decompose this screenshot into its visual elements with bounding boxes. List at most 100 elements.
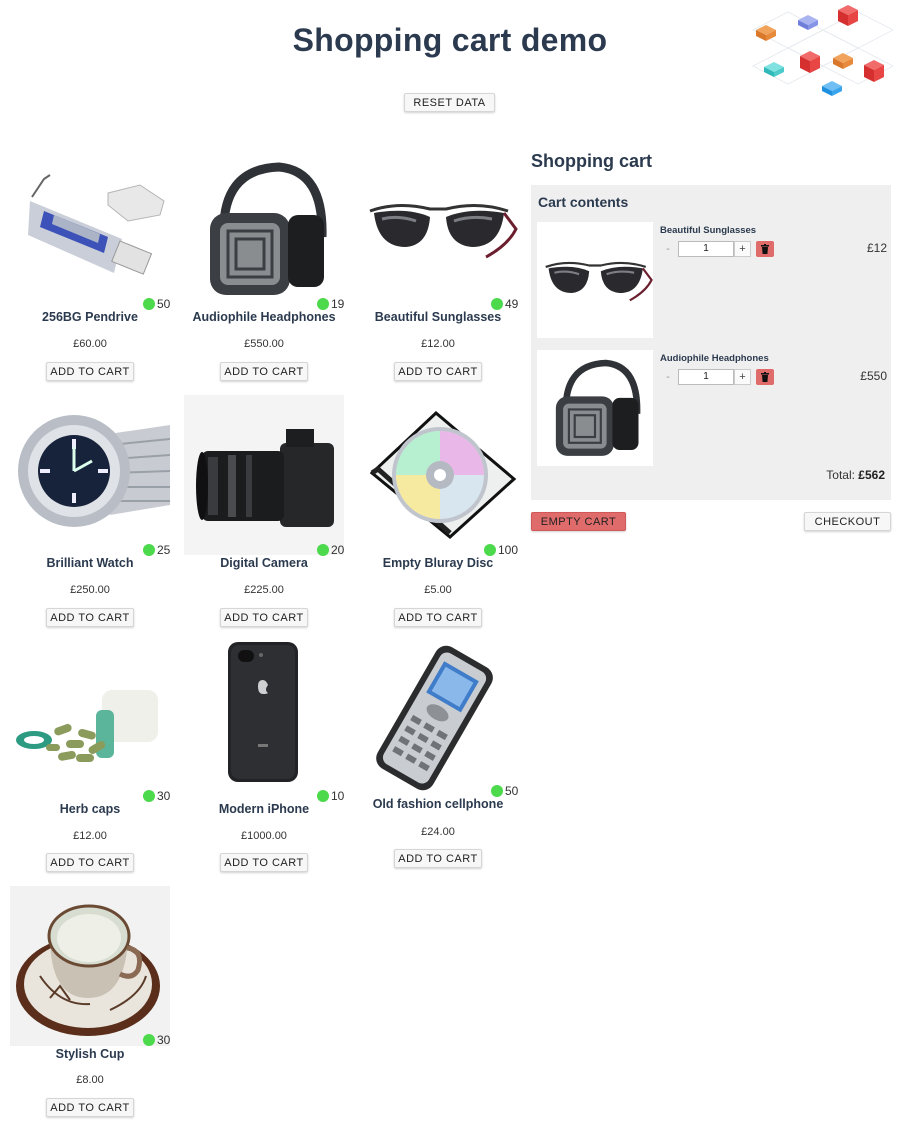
stock-count: 100 — [498, 543, 519, 557]
product-price: £225.00 — [244, 584, 284, 596]
add-to-cart-button[interactable]: ADD TO CART — [394, 608, 482, 627]
in-stock-dot-icon — [317, 544, 329, 556]
in-stock-dot-icon — [491, 298, 503, 310]
usb-drive-icon — [10, 149, 170, 309]
quantity-input[interactable]: 1 — [678, 241, 734, 257]
add-to-cart-button[interactable]: ADD TO CART — [46, 1098, 134, 1117]
product-price: £12.00 — [73, 830, 107, 842]
in-stock-dot-icon — [317, 790, 329, 802]
cart-item-thumbnail — [537, 222, 653, 338]
product-image — [358, 149, 518, 309]
stock-count: 50 — [157, 297, 171, 311]
stock-indicator: 20 — [317, 543, 344, 557]
remove-item-button[interactable] — [756, 241, 774, 257]
stock-count: 20 — [331, 543, 345, 557]
product-price: £550.00 — [244, 338, 284, 350]
stock-indicator: 100 — [484, 543, 518, 557]
product-image — [10, 640, 170, 800]
remove-item-button[interactable] — [756, 369, 774, 385]
in-stock-dot-icon — [317, 298, 329, 310]
watch-icon — [10, 395, 170, 555]
smartphone-icon — [184, 640, 344, 800]
product-price: £250.00 — [70, 584, 110, 596]
cart-item-subtotal: £12 — [866, 241, 887, 255]
cart-item-subtotal: £550 — [860, 369, 887, 383]
sunglasses-icon — [545, 261, 653, 302]
headphones-icon — [184, 149, 344, 309]
stock-count: 49 — [505, 297, 519, 311]
stock-count: 50 — [505, 784, 519, 798]
camera-icon — [184, 395, 344, 555]
product-name: Stylish Cup — [55, 1047, 125, 1061]
product-name: Modern iPhone — [218, 802, 310, 816]
cellphone-icon — [358, 640, 518, 800]
pills-icon — [10, 640, 170, 800]
stock-count: 30 — [157, 789, 171, 803]
quantity-input[interactable]: 1 — [678, 369, 734, 385]
stock-count: 30 — [157, 1033, 171, 1047]
cart-item-name: Audiophile Headphones — [660, 353, 769, 364]
product-price: £8.00 — [76, 1074, 104, 1086]
stock-indicator: 49 — [491, 297, 518, 311]
stock-indicator: 10 — [317, 789, 344, 803]
trash-icon — [761, 372, 769, 382]
stock-count: 10 — [331, 789, 345, 803]
add-to-cart-button[interactable]: ADD TO CART — [394, 362, 482, 381]
cart-total: Total: £562 — [826, 468, 885, 482]
product-price: £5.00 — [424, 584, 452, 596]
disc-icon — [358, 395, 518, 555]
in-stock-dot-icon — [484, 544, 496, 556]
in-stock-dot-icon — [143, 790, 155, 802]
headphones-icon — [555, 359, 641, 456]
product-name: Audiophile Headphones — [192, 310, 336, 324]
product-image — [358, 395, 518, 555]
add-to-cart-button[interactable]: ADD TO CART — [394, 849, 482, 868]
product-name: Empty Bluray Disc — [382, 556, 494, 570]
stock-indicator: 50 — [143, 297, 170, 311]
stock-count: 19 — [331, 297, 345, 311]
trash-icon — [761, 244, 769, 254]
add-to-cart-button[interactable]: ADD TO CART — [220, 362, 308, 381]
product-image — [184, 640, 344, 800]
cart-item: Beautiful Sunglasses - 1 + £12 — [537, 222, 887, 340]
stock-count: 25 — [157, 543, 171, 557]
product-price: £24.00 — [421, 826, 455, 838]
add-to-cart-button[interactable]: ADD TO CART — [220, 608, 308, 627]
product-name: Old fashion cellphone — [372, 797, 504, 811]
product-name: Beautiful Sunglasses — [374, 310, 502, 324]
product-image — [184, 149, 344, 309]
cart-contents-panel: Cart contents Beautiful Sunglasses - 1 +… — [531, 185, 891, 500]
in-stock-dot-icon — [143, 544, 155, 556]
sunglasses-icon — [358, 149, 518, 309]
stock-indicator: 25 — [143, 543, 170, 557]
total-label: Total: — [826, 468, 855, 482]
in-stock-dot-icon — [143, 1034, 155, 1046]
empty-cart-button[interactable]: EMPTY CART — [531, 512, 626, 531]
add-to-cart-button[interactable]: ADD TO CART — [220, 853, 308, 872]
reset-data-button[interactable]: RESET DATA — [404, 93, 495, 112]
decrease-quantity-button[interactable]: - — [660, 241, 676, 257]
cart-item-name: Beautiful Sunglasses — [660, 225, 757, 236]
cart-item: Audiophile Headphones - 1 + £550 — [537, 350, 887, 468]
stock-indicator: 30 — [143, 1033, 170, 1047]
product-image — [184, 395, 344, 555]
add-to-cart-button[interactable]: ADD TO CART — [46, 362, 134, 381]
product-price: £60.00 — [73, 338, 107, 350]
cart-contents-heading: Cart contents — [538, 194, 629, 210]
product-name: Brilliant Watch — [46, 556, 134, 570]
add-to-cart-button[interactable]: ADD TO CART — [46, 853, 134, 872]
isometric-cubes-logo-icon — [752, 5, 894, 96]
stock-indicator: 19 — [317, 297, 344, 311]
increase-quantity-button[interactable]: + — [734, 241, 751, 257]
product-name: Herb caps — [59, 802, 121, 816]
product-name: 256BG Pendrive — [42, 310, 138, 324]
add-to-cart-button[interactable]: ADD TO CART — [46, 608, 134, 627]
in-stock-dot-icon — [491, 785, 503, 797]
decrease-quantity-button[interactable]: - — [660, 369, 676, 385]
cart-heading: Shopping cart — [531, 151, 652, 171]
product-price: £12.00 — [421, 338, 455, 350]
in-stock-dot-icon — [143, 298, 155, 310]
increase-quantity-button[interactable]: + — [734, 369, 751, 385]
product-image — [358, 640, 518, 800]
checkout-button[interactable]: CHECKOUT — [804, 512, 891, 531]
